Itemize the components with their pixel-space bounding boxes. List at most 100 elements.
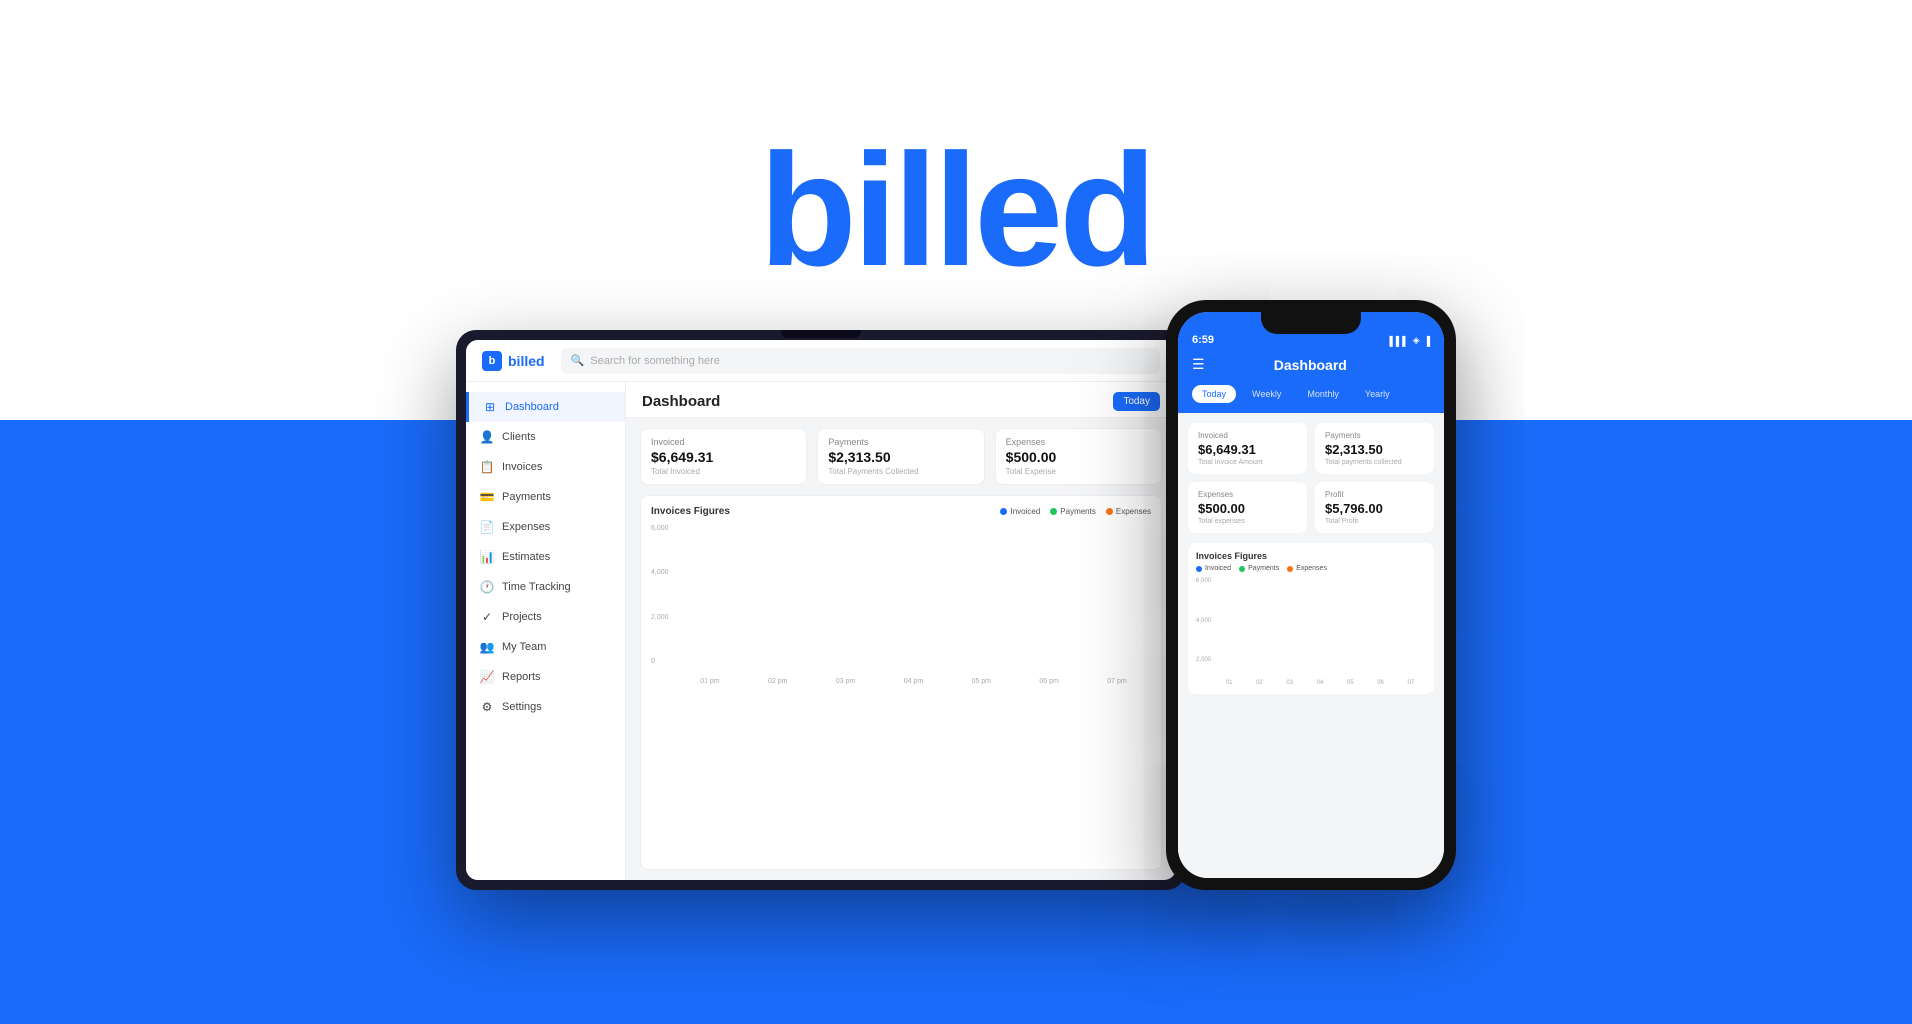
team-icon: 👥 [480,640,494,654]
stat-card-invoiced: Invoiced $6,649.31 Total Invoiced [640,428,807,485]
y-label-0: 0 [651,658,669,665]
tab-weekly[interactable]: Weekly [1242,385,1291,403]
main-header: Dashboard Today [626,382,1176,418]
sidebar: ⊞ Dashboard 👤 Clients 📋 Invoices 💳 Payme… [466,382,626,880]
devices-showcase: b billed 🔍 Search for something here ⊞ D… [456,330,1456,890]
projects-icon: ✓ [480,610,494,624]
tablet-body: ⊞ Dashboard 👤 Clients 📋 Invoices 💳 Payme… [466,382,1176,880]
sidebar-label-my-team: My Team [502,641,546,653]
sidebar-item-time-tracking[interactable]: 🕐 Time Tracking [466,572,625,602]
stat-card-expenses: Expenses $500.00 Total Expense [995,428,1162,485]
tablet-header-bar: b billed 🔍 Search for something here [466,340,1176,382]
sidebar-item-estimates[interactable]: 📊 Estimates [466,542,625,572]
phone-legend-payments: Payments [1239,565,1279,572]
sidebar-item-expenses[interactable]: 📄 Expenses [466,512,625,542]
sidebar-label-settings: Settings [502,701,542,713]
phone-screen: 6:59 ▌▌▌ ◈ ▐ ☰ Dashboard Today Weekly Mo… [1178,312,1444,878]
sidebar-label-projects: Projects [502,611,542,623]
phone-status-icons: ▌▌▌ ◈ ▐ [1390,335,1430,346]
chart-title: Invoices Figures [651,506,730,517]
sidebar-label-clients: Clients [502,431,536,443]
hamburger-icon[interactable]: ☰ [1192,356,1205,373]
phone-label-payments: Payments [1325,431,1424,440]
logo-letter: b [489,355,496,367]
stat-sublabel-payments: Total Payments Collected [828,467,973,476]
phone-label-profit: Profit [1325,490,1424,499]
chart-bars [651,525,1151,665]
tab-yearly[interactable]: Yearly [1355,385,1400,403]
sidebar-item-projects[interactable]: ✓ Projects [466,602,625,632]
sidebar-label-reports: Reports [502,671,541,683]
legend-dot-expenses [1106,508,1113,515]
sidebar-item-my-team[interactable]: 👥 My Team [466,632,625,662]
phone-x-01: 01 [1226,680,1233,686]
legend-label-expenses: Expenses [1116,507,1151,516]
sidebar-label-payments: Payments [502,491,551,503]
tablet-logo: b billed [482,351,545,371]
wifi-icon: ◈ [1413,335,1420,346]
sidebar-label-dashboard: Dashboard [505,401,559,413]
phone-stat-profit: Profit $5,796.00 Total Profit [1315,482,1434,533]
phone-y-labels: 6,000 4,000 2,000 [1196,578,1211,663]
page-title: Dashboard [642,393,720,410]
x-label-04pm: 04 pm [904,678,923,685]
today-button[interactable]: Today [1113,392,1160,411]
x-label-05pm: 05 pm [972,678,991,685]
phone-dot-invoiced [1196,566,1202,572]
phone-bar-chart: 6,000 4,000 2,000 [1196,578,1426,678]
legend-label-invoiced: Invoiced [1010,507,1040,516]
x-label-02pm: 02 pm [768,678,787,685]
phone-header: ☰ Dashboard [1178,350,1444,385]
phone-notch [1261,312,1361,334]
sidebar-item-payments[interactable]: 💳 Payments [466,482,625,512]
sidebar-item-invoices[interactable]: 📋 Invoices [466,452,625,482]
phone-content: Invoiced $6,649.31 Total Invoice Amount … [1178,413,1444,878]
phone-time: 6:59 [1192,334,1214,346]
stat-label-payments: Payments [828,437,973,447]
phone-label-expenses: Expenses [1198,490,1297,499]
tablet-brand-name: billed [508,353,545,369]
stat-value-payments: $2,313.50 [828,449,973,465]
legend-label-payments: Payments [1060,507,1096,516]
tab-today[interactable]: Today [1192,385,1236,403]
payments-icon: 💳 [480,490,494,504]
sidebar-item-dashboard[interactable]: ⊞ Dashboard [466,392,625,422]
tablet-search-bar[interactable]: 🔍 Search for something here [561,348,1160,374]
sidebar-item-settings[interactable]: ⚙ Settings [466,692,625,722]
phone-sublabel-invoiced: Total Invoice Amount [1198,459,1297,466]
phone-stat-expenses: Expenses $500.00 Total expenses [1188,482,1307,533]
tab-monthly[interactable]: Monthly [1297,385,1349,403]
reports-icon: 📈 [480,670,494,684]
phone-value-expenses: $500.00 [1198,501,1297,516]
phone-page-title: Dashboard [1274,357,1347,373]
tablet-notch [781,330,861,338]
stat-sublabel-expenses: Total Expense [1006,467,1151,476]
chart-legend: Invoiced Payments Expenses [1000,507,1151,516]
sidebar-item-reports[interactable]: 📈 Reports [466,662,625,692]
chart-header: Invoices Figures Invoiced Payments [651,506,1151,517]
phone-y-2000: 2,000 [1196,657,1211,663]
bar-chart: 6,000 4,000 2,000 0 [651,525,1151,685]
y-label-2000: 2,000 [651,614,669,621]
search-icon: 🔍 [571,354,585,367]
sidebar-item-clients[interactable]: 👤 Clients [466,422,625,452]
phone-sublabel-profit: Total Profit [1325,518,1424,525]
tablet-device: b billed 🔍 Search for something here ⊞ D… [456,330,1186,890]
period-tabs: Today Weekly Monthly Yearly [1178,385,1444,413]
stat-label-invoiced: Invoiced [651,437,796,447]
brand-logo-large: billed [759,118,1153,302]
y-label-6000: 6,000 [651,525,669,532]
phone-bars [1196,593,1426,678]
y-label-4000: 4,000 [651,569,669,576]
invoices-icon: 📋 [480,460,494,474]
stats-row: Invoiced $6,649.31 Total Invoiced Paymen… [626,418,1176,495]
dashboard-icon: ⊞ [483,400,497,414]
phone-x-labels: 01 02 03 04 05 06 07 [1196,680,1426,686]
phone-stat-payments: Payments $2,313.50 Total payments collec… [1315,423,1434,474]
phone-legend-label-expenses: Expenses [1296,565,1327,572]
stat-value-expenses: $500.00 [1006,449,1151,465]
phone-value-payments: $2,313.50 [1325,442,1424,457]
expenses-icon: 📄 [480,520,494,534]
phone-chart-title: Invoices Figures [1196,551,1426,561]
stat-value-invoiced: $6,649.31 [651,449,796,465]
